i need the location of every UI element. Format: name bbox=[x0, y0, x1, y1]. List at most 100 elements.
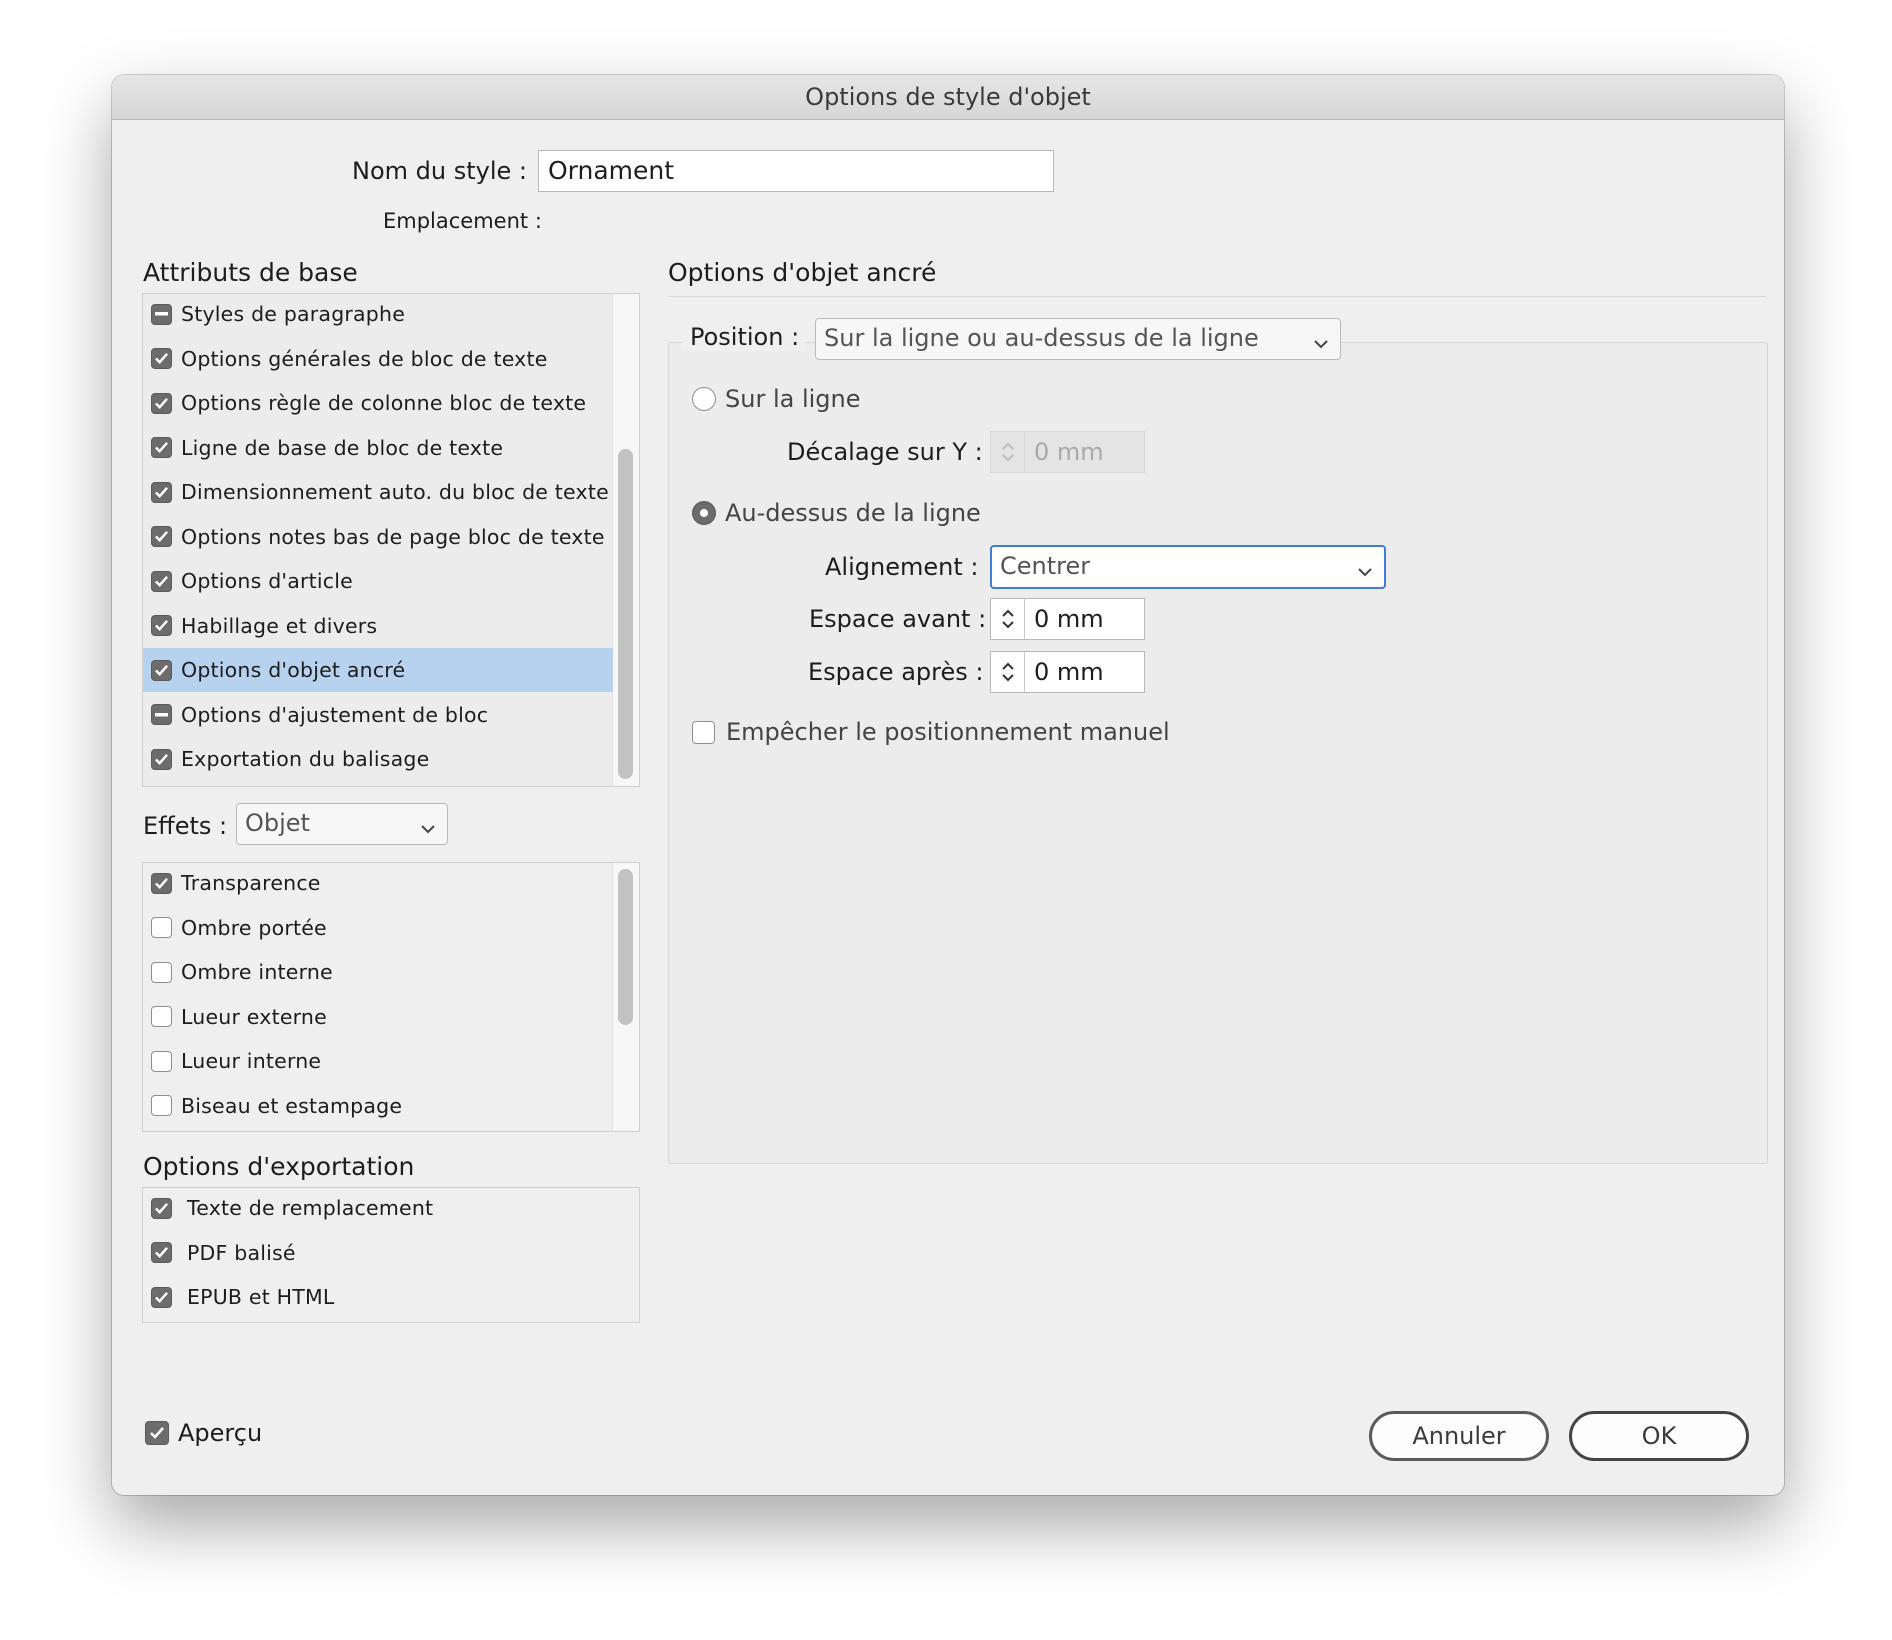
export-options-title: Options d'exportation bbox=[143, 1152, 415, 1181]
list-item[interactable]: Options générales de bloc de texte bbox=[143, 337, 613, 381]
space-after-stepper[interactable]: 0 mm bbox=[990, 651, 1145, 693]
list-item[interactable]: Options d'objet ancré bbox=[143, 648, 613, 692]
list-item[interactable]: Styles de paragraphe bbox=[143, 294, 613, 336]
list-item-label: Habillage et divers bbox=[181, 613, 378, 638]
list-item[interactable]: Options d'article bbox=[143, 559, 613, 603]
window-title: Options de style d'objet bbox=[112, 75, 1784, 120]
checkbox-checked-icon[interactable] bbox=[151, 437, 172, 458]
list-item[interactable]: Dimensionnement auto. du bloc de texte bbox=[143, 470, 613, 514]
list-item-label: Dimensionnement auto. du bloc de texte bbox=[181, 480, 609, 504]
basic-attributes-scrollbar[interactable] bbox=[612, 294, 639, 786]
chevron-down-icon bbox=[1356, 555, 1374, 593]
list-item[interactable]: Ligne de base de bloc de texte bbox=[143, 426, 613, 470]
ok-button[interactable]: OK bbox=[1569, 1411, 1749, 1461]
list-item[interactable]: Texte de remplacement bbox=[143, 1188, 613, 1230]
checkbox-checked-icon[interactable] bbox=[151, 348, 172, 369]
preview-label: Aperçu bbox=[178, 1419, 263, 1447]
checkbox-unchecked-icon[interactable] bbox=[151, 1006, 172, 1027]
prevent-manual-label: Empêcher le positionnement manuel bbox=[726, 718, 1170, 746]
checkbox-checked-icon[interactable] bbox=[151, 659, 172, 681]
list-item[interactable]: Exportation du balisage bbox=[143, 737, 613, 781]
list-item[interactable]: Ombre interne bbox=[143, 950, 613, 994]
effects-list[interactable]: Transparence Ombre portée Ombre interne Lue… bbox=[142, 862, 640, 1132]
scroll-thumb[interactable] bbox=[618, 869, 633, 1025]
checkbox-checked-icon[interactable] bbox=[145, 1421, 169, 1445]
space-before-label: Espace avant : bbox=[809, 605, 987, 633]
space-before-stepper[interactable]: 0 mm bbox=[990, 598, 1145, 640]
basic-attributes-list[interactable]: Styles de paragraphe Options générales de… bbox=[142, 293, 640, 787]
effects-dropdown[interactable]: Objet bbox=[236, 803, 448, 845]
stepper-arrows-icon bbox=[991, 432, 1025, 472]
list-item-label: Options notes bas de page bloc de texte bbox=[181, 524, 605, 549]
checkbox-checked-icon[interactable] bbox=[151, 1242, 172, 1263]
list-item-label: Ligne de base de bloc de texte bbox=[181, 435, 504, 460]
alignment-dropdown[interactable]: Centrer bbox=[990, 545, 1386, 589]
position-dropdown-value: Sur la ligne ou au-dessus de la ligne bbox=[824, 324, 1259, 352]
list-item[interactable]: Ombre portée bbox=[143, 906, 613, 950]
list-item-label: PDF balisé bbox=[187, 1240, 296, 1265]
checkbox-checked-icon[interactable] bbox=[151, 481, 172, 503]
checkbox-checked-icon[interactable] bbox=[151, 392, 172, 414]
space-before-value[interactable]: 0 mm bbox=[1025, 599, 1104, 639]
checkbox-mixed-icon[interactable] bbox=[151, 303, 172, 325]
list-item[interactable]: PDF balisé bbox=[143, 1231, 613, 1275]
checkbox-checked-icon[interactable] bbox=[151, 748, 172, 770]
style-name-input[interactable]: Ornament bbox=[538, 150, 1054, 192]
list-item[interactable]: Options notes bas de page bloc de texte bbox=[143, 515, 613, 559]
list-item[interactable]: Lueur interne bbox=[143, 1039, 613, 1083]
above-line-radio[interactable] bbox=[692, 501, 716, 525]
export-options-list[interactable]: Texte de remplacement PDF balisé EPUB et H… bbox=[142, 1187, 640, 1323]
position-dropdown[interactable]: Sur la ligne ou au-dessus de la ligne bbox=[815, 318, 1341, 360]
checkbox-unchecked-icon[interactable] bbox=[151, 961, 172, 983]
checkbox-checked-icon[interactable] bbox=[151, 872, 172, 894]
list-item[interactable]: EPUB et HTML bbox=[143, 1275, 613, 1319]
scroll-thumb[interactable] bbox=[618, 449, 633, 779]
inline-radio[interactable] bbox=[692, 387, 716, 411]
checkbox-mixed-icon[interactable] bbox=[151, 704, 172, 725]
list-item-label: Options d'objet ancré bbox=[181, 658, 406, 682]
chevron-down-icon bbox=[419, 812, 437, 850]
list-item[interactable]: Transparence bbox=[143, 863, 613, 905]
effects-label: Effets : bbox=[143, 812, 228, 840]
cancel-button[interactable]: Annuler bbox=[1369, 1411, 1549, 1461]
position-label: Position : bbox=[682, 323, 806, 351]
list-item[interactable]: Biseau et estampage bbox=[143, 1084, 613, 1128]
checkbox-checked-icon[interactable] bbox=[151, 570, 172, 592]
basic-attributes-title: Attributs de base bbox=[143, 258, 358, 287]
checkbox-checked-icon[interactable] bbox=[151, 1197, 172, 1219]
list-item[interactable]: Lueur externe bbox=[143, 995, 613, 1039]
alignment-label: Alignement : bbox=[825, 553, 979, 581]
list-item-label: Styles de paragraphe bbox=[181, 302, 406, 326]
preview-checkbox[interactable]: Aperçu bbox=[145, 1419, 262, 1447]
list-item[interactable]: Options d'ajustement de bloc bbox=[143, 693, 613, 737]
stepper-arrows-icon[interactable] bbox=[991, 599, 1025, 639]
prevent-manual-positioning-checkbox[interactable]: Empêcher le positionnement manuel bbox=[692, 718, 1170, 746]
checkbox-unchecked-icon[interactable] bbox=[151, 1050, 172, 1072]
list-item-label: Options règle de colonne bloc de texte bbox=[181, 391, 587, 415]
list-item-label: Ombre portée bbox=[181, 915, 327, 940]
list-item-label: Options d'ajustement de bloc bbox=[181, 702, 489, 727]
alignment-dropdown-value: Centrer bbox=[1000, 552, 1091, 580]
checkbox-checked-icon[interactable] bbox=[151, 526, 172, 547]
anchored-options-title: Options d'objet ancré bbox=[668, 258, 937, 287]
list-item-label: Lueur interne bbox=[181, 1049, 322, 1073]
y-offset-value: 0 mm bbox=[1034, 438, 1104, 466]
object-style-options-dialog: Options de style d'objet Nom du style : … bbox=[112, 75, 1784, 1495]
location-label: Emplacement : bbox=[383, 209, 542, 233]
list-item-label: Transparence bbox=[181, 871, 321, 895]
list-item-label: EPUB et HTML bbox=[187, 1285, 335, 1309]
y-offset-stepper: 0 mm bbox=[990, 431, 1145, 473]
title-separator bbox=[668, 296, 1766, 297]
checkbox-unchecked-icon[interactable] bbox=[151, 917, 172, 938]
checkbox-checked-icon[interactable] bbox=[151, 1286, 172, 1308]
list-item-label: Biseau et estampage bbox=[181, 1093, 403, 1118]
effects-scrollbar[interactable] bbox=[612, 863, 639, 1131]
checkbox-unchecked-icon[interactable] bbox=[692, 720, 715, 744]
space-after-label: Espace après : bbox=[808, 658, 984, 686]
list-item[interactable]: Habillage et divers bbox=[143, 604, 613, 648]
checkbox-unchecked-icon[interactable] bbox=[151, 1095, 172, 1116]
checkbox-checked-icon[interactable] bbox=[151, 615, 172, 636]
list-item[interactable]: Options règle de colonne bloc de texte bbox=[143, 381, 613, 425]
space-after-value[interactable]: 0 mm bbox=[1025, 652, 1104, 692]
stepper-arrows-icon[interactable] bbox=[991, 652, 1025, 692]
